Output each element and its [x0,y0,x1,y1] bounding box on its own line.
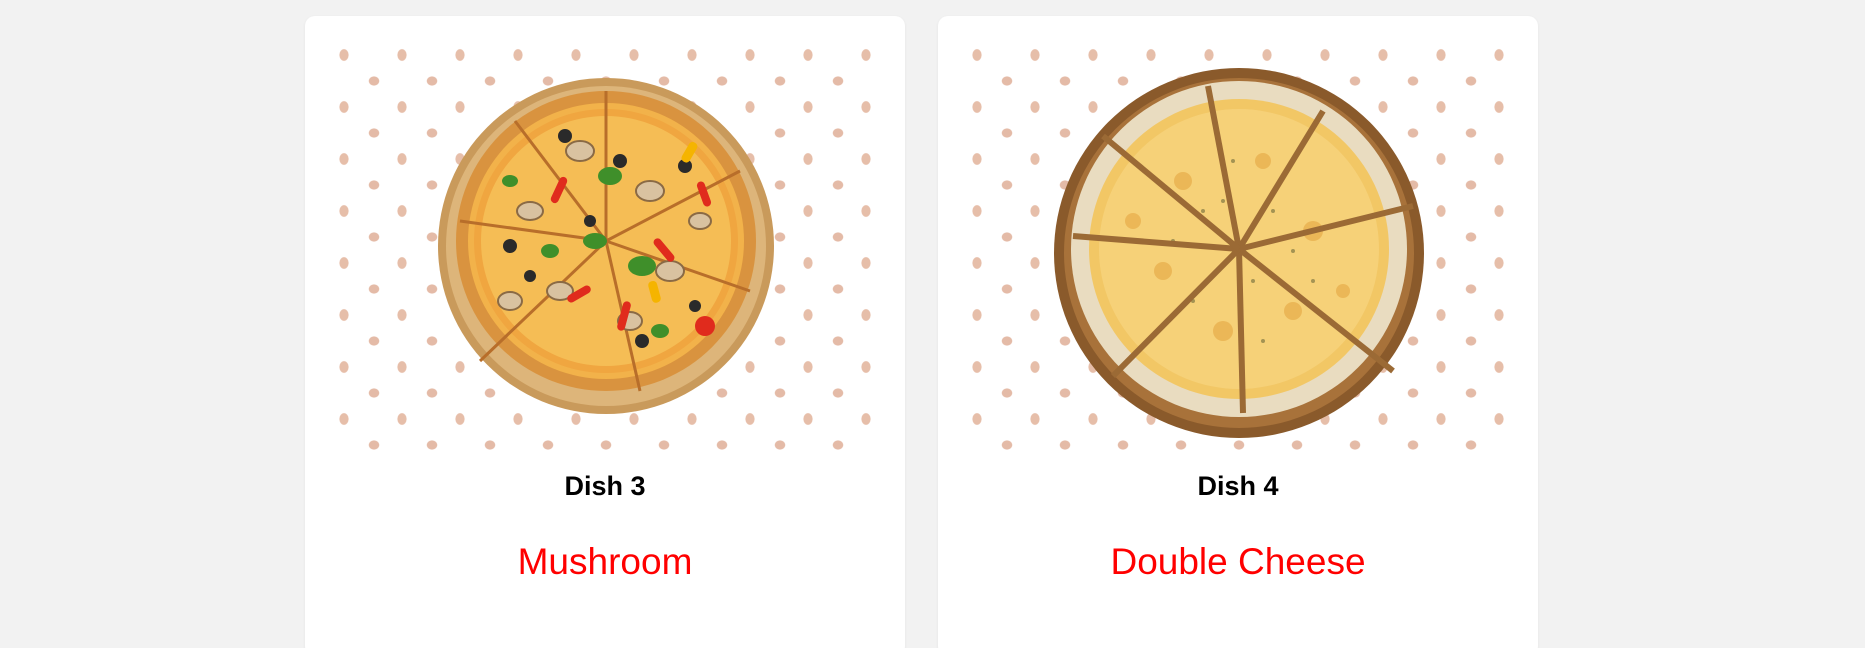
mushroom-pizza-image [330,41,881,455]
dish-name: Dish 4 [1197,471,1279,501]
menu-card-list: Dish 3 Mushroom Dish 4 Double Cheese [0,0,1865,648]
dish-name: Dish 3 [564,471,646,501]
dish-type-label: Double Cheese [1110,541,1366,582]
pizza-illustration [438,78,774,414]
dish-card[interactable]: Dish 3 Mushroom [305,16,905,648]
pizza-illustration [1054,68,1424,438]
dish-card[interactable]: Dish 4 Double Cheese [938,16,1538,648]
cheese-pizza-image [963,41,1514,455]
dish-type-label: Mushroom [517,541,693,582]
